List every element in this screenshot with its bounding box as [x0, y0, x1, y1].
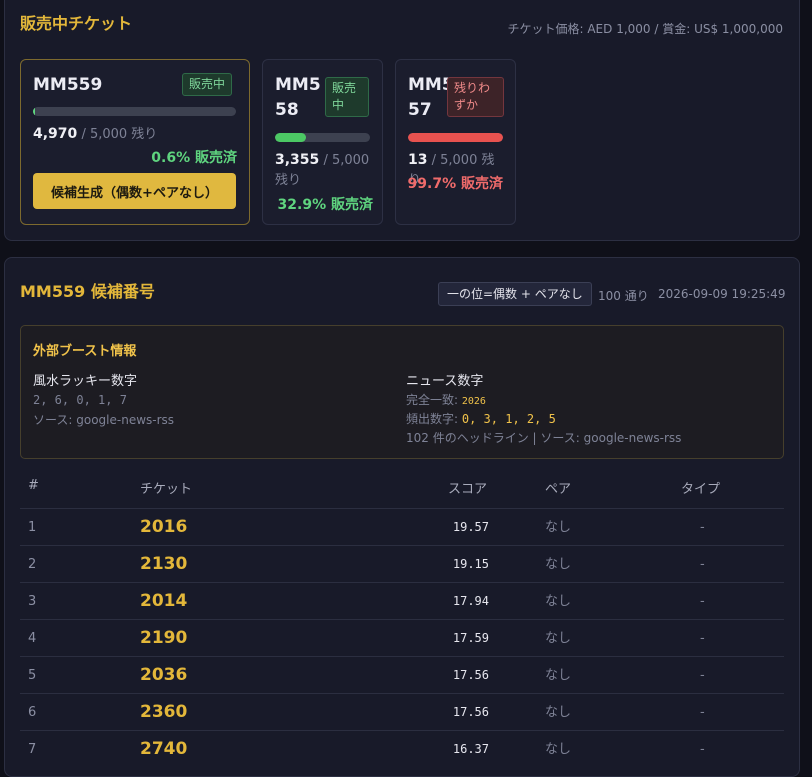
row-pair: なし [545, 631, 572, 646]
table-row[interactable]: 3 2014 17.94 なし - [20, 582, 784, 620]
candidate-count: 100 通り [598, 289, 649, 303]
exact-match: 完全一致: 2026 [406, 393, 486, 407]
sold-percent: 0.6% 販売済 [151, 150, 237, 166]
row-type: - [700, 742, 705, 757]
progress-bar [275, 133, 370, 142]
progress-fill [408, 133, 503, 142]
row-ticket: 2036 [140, 665, 188, 685]
sales-panel: 販売中チケット チケット価格: AED 1,000 / 賞金: US$ 1,00… [4, 0, 800, 241]
row-ticket: 2014 [140, 591, 188, 611]
sales-title: 販売中チケット [20, 14, 133, 33]
table-row[interactable]: 4 2190 17.59 なし - [20, 619, 784, 657]
candidates-title: MM559 候補番号 [20, 282, 155, 301]
row-ticket: 2130 [140, 554, 188, 574]
row-index: 2 [28, 557, 37, 572]
row-type: - [700, 557, 705, 572]
generated-timestamp: 2026-09-09 19:25:49 [658, 287, 786, 301]
table-row[interactable]: 1 2016 19.57 なし - [20, 508, 784, 546]
row-ticket: 2360 [140, 702, 188, 722]
ticket-name: MM558 [275, 75, 321, 120]
row-score: 16.37 [452, 742, 489, 756]
status-badge: 販売中 [182, 73, 233, 96]
remaining-count: 4,970 / 5,000 残り [33, 126, 158, 142]
row-pair: なし [545, 705, 572, 720]
row-index: 7 [28, 742, 37, 757]
table-row[interactable]: 7 2740 16.37 なし - [20, 730, 784, 768]
status-badge: 残りわずか [447, 77, 504, 117]
frequent-digits: 頻出数字: 0, 3, 1, 2, 5 [406, 412, 556, 426]
filter-chip[interactable]: 一の位=偶数 + ペアなし [438, 282, 592, 306]
ticket-name: MM559 [33, 75, 103, 95]
price-info: チケット価格: AED 1,000 / 賞金: US$ 1,000,000 [507, 22, 783, 36]
row-pair: なし [545, 742, 572, 757]
boost-info-box: 外部ブースト情報 風水ラッキー数字 2, 6, 0, 1, 7 ソース: goo… [20, 325, 784, 459]
row-type: - [700, 594, 705, 609]
row-score: 17.94 [452, 594, 489, 608]
row-score: 17.56 [452, 705, 489, 719]
row-index: 5 [28, 668, 37, 683]
progress-fill [275, 133, 307, 142]
row-index: 4 [28, 631, 37, 646]
row-pair: なし [545, 557, 572, 572]
progress-fill [33, 107, 36, 116]
progress-bar [408, 133, 503, 142]
row-index: 6 [28, 705, 37, 720]
fengshui-source: ソース: google-news-rss [33, 413, 175, 427]
row-type: - [700, 520, 705, 535]
table-row[interactable]: 2 2130 19.15 なし - [20, 545, 784, 583]
news-label: ニュース数字 [406, 374, 484, 389]
row-ticket: 2016 [140, 517, 188, 537]
row-score: 19.57 [452, 520, 489, 534]
ticket-card-mm557[interactable]: MM557 残りわずか 13 / 5,000 残り 99.7% 販売済 [395, 59, 516, 225]
row-score: 17.59 [452, 631, 489, 645]
fengshui-label: 風水ラッキー数字 [33, 374, 138, 389]
progress-bar [33, 107, 236, 116]
row-pair: なし [545, 520, 572, 535]
row-type: - [700, 631, 705, 646]
row-ticket: 2740 [140, 739, 188, 759]
row-index: 3 [28, 594, 37, 609]
sold-percent: 32.9% 販売済 [277, 197, 373, 213]
row-type: - [700, 668, 705, 683]
col-header-pair: ペア [545, 482, 572, 497]
row-pair: なし [545, 594, 572, 609]
candidates-panel: MM559 候補番号 一の位=偶数 + ペアなし 100 通り 2026-09-… [4, 257, 800, 777]
col-header-ticket: チケット [140, 482, 193, 497]
col-header-score: スコア [448, 482, 488, 497]
headline-info: 102 件のヘッドライン | ソース: google-news-rss [406, 431, 682, 445]
ticket-card-mm559[interactable]: MM559 販売中 4,970 / 5,000 残り 0.6% 販売済 候補生成… [20, 59, 250, 225]
boost-title: 外部ブースト情報 [33, 344, 137, 359]
status-badge: 販売中 [325, 77, 369, 117]
sold-percent: 99.7% 販売済 [407, 176, 503, 192]
remaining-count: 3,355 / 5,000 残り [275, 152, 370, 188]
table-row[interactable]: 6 2360 17.56 なし - [20, 693, 784, 731]
fengshui-digits: 2, 6, 0, 1, 7 [33, 393, 127, 407]
col-header-type: タイプ [681, 482, 721, 497]
row-pair: なし [545, 668, 572, 683]
row-index: 1 [28, 520, 37, 535]
row-score: 17.56 [452, 668, 489, 682]
row-score: 19.15 [452, 557, 489, 571]
ticket-card-mm558[interactable]: MM558 販売中 3,355 / 5,000 残り 32.9% 販売済 [262, 59, 383, 225]
table-row[interactable]: 5 2036 17.56 なし - [20, 656, 784, 694]
row-ticket: 2190 [140, 628, 188, 648]
generate-candidates-button[interactable]: 候補生成（偶数+ペアなし） [33, 173, 236, 209]
col-header-index: # [28, 478, 39, 493]
row-type: - [700, 705, 705, 720]
